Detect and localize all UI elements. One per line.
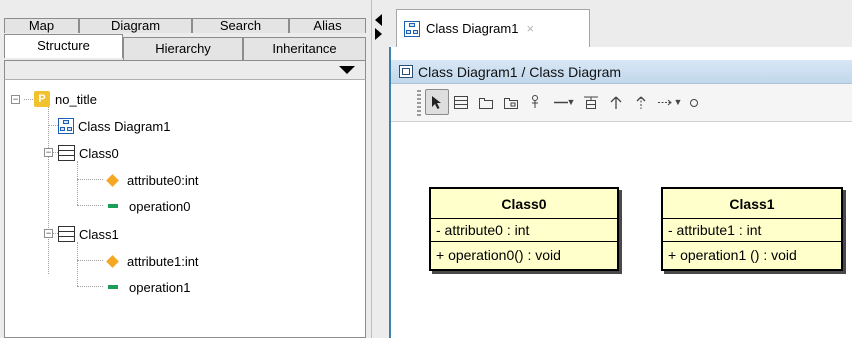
tree-item-attribute1[interactable]: attribute1:int — [104, 251, 199, 271]
diagram-frame-icon — [399, 65, 413, 78]
operation-icon — [108, 204, 118, 208]
tree-connector — [77, 242, 78, 286]
tab-inheritance[interactable]: Inheritance — [243, 37, 366, 61]
tab-class-diagram1[interactable]: Class Diagram1 × — [396, 9, 590, 47]
dropdown-icon[interactable]: ▼ — [564, 89, 578, 115]
tree-connector — [77, 161, 78, 205]
select-arrow-icon[interactable] — [425, 89, 449, 115]
class-icon — [58, 145, 75, 161]
close-tab-icon[interactable]: × — [526, 21, 534, 36]
uml-class-class1[interactable]: Class1 - attribute1 : int + operation1 (… — [661, 187, 843, 271]
project-icon: P — [34, 91, 50, 107]
tab-alias[interactable]: Alias — [289, 18, 366, 33]
tree-connector — [77, 179, 103, 180]
tab-hierarchy[interactable]: Hierarchy — [123, 37, 243, 61]
tree-item-label: Class Diagram1 — [78, 118, 171, 134]
generalization-icon[interactable] — [604, 89, 628, 115]
dropdown-icon[interactable]: ▼ — [671, 89, 685, 115]
tree-connector — [77, 260, 103, 261]
diagram-toolbar: ▼ ▼ — [391, 84, 852, 122]
class-operation: + operation0() : void — [436, 247, 561, 263]
toolbar-grip[interactable] — [417, 90, 421, 116]
tree-item-operation0[interactable]: operation0 — [104, 196, 190, 216]
tree-item-class1[interactable]: Class1 — [58, 224, 119, 244]
tree-item-label: no_title — [55, 91, 97, 107]
class-diagram-icon — [404, 20, 420, 37]
class-icon[interactable] — [449, 89, 473, 115]
structure-tree: − − − P no_title Class Diagram1 Class0 a… — [4, 79, 366, 338]
attribute-icon — [106, 254, 119, 268]
tree-item-label: attribute1:int — [127, 253, 199, 269]
tree-item-label: attribute0:int — [127, 172, 199, 188]
left-panel: Map Diagram Search Alias Structure Hiera… — [0, 0, 372, 338]
operation-icon — [108, 285, 118, 289]
tree-connector — [48, 106, 49, 274]
tree-connector — [77, 286, 103, 287]
collapse-project-icon[interactable]: − — [11, 95, 20, 104]
diagram-title: Class Diagram1 / Class Diagram — [418, 63, 622, 80]
tab-row-top: Map Diagram Search Alias — [4, 18, 366, 33]
dropdown-arrow-icon[interactable] — [339, 66, 355, 74]
tree-item-label: operation1 — [129, 279, 191, 295]
tree-item-label: operation0 — [129, 198, 191, 214]
class-attribute: - attribute0 : int — [431, 219, 617, 242]
class-attribute: - attribute1 : int — [663, 219, 841, 242]
class-name: Class0 — [431, 189, 617, 219]
editor-area: Class Diagram1 × Class Diagram1 / Class … — [386, 0, 852, 338]
subsystem-icon[interactable] — [499, 89, 523, 115]
panel-splitter[interactable] — [372, 0, 386, 338]
tab-row-bottom: Structure Hierarchy Inheritance — [4, 34, 366, 61]
tree-item-label: Class0 — [79, 145, 119, 161]
class-icon — [58, 226, 75, 242]
tree-connector — [48, 125, 58, 126]
tab-map[interactable]: Map — [4, 18, 79, 33]
association-class-icon[interactable] — [579, 89, 603, 115]
view-options-bar — [4, 61, 366, 79]
tree-connector — [24, 99, 33, 100]
uml-class-class0[interactable]: Class0 - attribute0 : int + operation0()… — [429, 187, 619, 271]
package-icon[interactable] — [474, 89, 498, 115]
tree-item-attribute0[interactable]: attribute0:int — [104, 170, 199, 190]
attribute-icon — [106, 173, 119, 187]
tree-connector — [77, 205, 103, 206]
class-operation: + operation1 () : void — [668, 247, 797, 263]
tree-item-label: Class1 — [79, 226, 119, 242]
class-diagram-icon — [58, 118, 74, 134]
diagram-canvas[interactable]: Class0 - attribute0 : int + operation0()… — [391, 123, 852, 338]
collapse-left-arrow-icon[interactable] — [375, 14, 382, 26]
interface-icon[interactable] — [685, 89, 703, 115]
tree-item-project[interactable]: P no_title — [34, 89, 97, 109]
class-name: Class1 — [663, 189, 841, 219]
collapse-class1-icon[interactable]: − — [44, 229, 53, 238]
collapse-class0-icon[interactable]: − — [44, 148, 53, 157]
tree-item-class-diagram[interactable]: Class Diagram1 — [58, 116, 170, 136]
expand-right-arrow-icon[interactable] — [375, 28, 382, 40]
realization-icon[interactable] — [629, 89, 653, 115]
diagram-editor: Class Diagram1 / Class Diagram ▼ ▼ Class… — [389, 47, 852, 338]
tab-diagram[interactable]: Diagram — [79, 18, 192, 33]
tab-structure[interactable]: Structure — [4, 34, 123, 58]
tree-item-operation1[interactable]: operation1 — [104, 277, 190, 297]
diagram-title-bar: Class Diagram1 / Class Diagram — [391, 60, 852, 84]
tree-item-class0[interactable]: Class0 — [58, 143, 119, 163]
tab-label: Class Diagram1 — [426, 21, 519, 36]
actor-icon[interactable] — [523, 89, 547, 115]
tab-search[interactable]: Search — [192, 18, 289, 33]
